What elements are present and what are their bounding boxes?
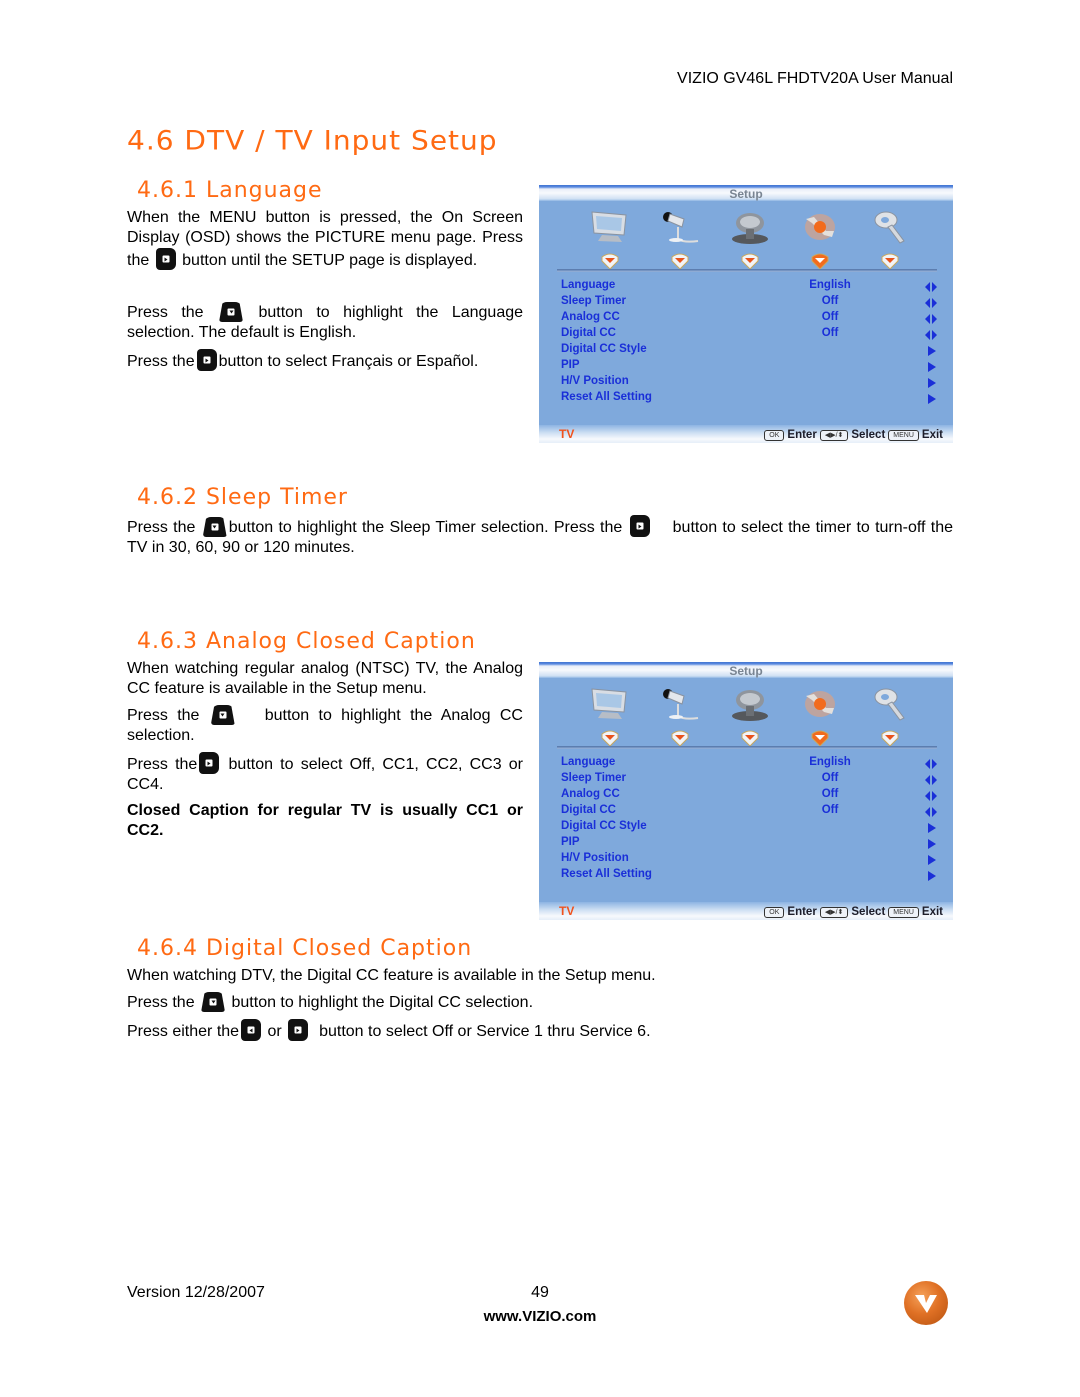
osd-icon-row: [575, 207, 925, 277]
right-button-icon: [629, 515, 650, 537]
left-right-arrow-icon: [925, 330, 937, 340]
right-button-icon: [155, 248, 176, 270]
osd-menu-item-hv-position: H/V Position: [561, 375, 945, 391]
osd-menu-item-digital-cc-style: Digital CC Style: [561, 820, 945, 836]
tv-antenna-dish-icon: [715, 207, 785, 277]
osd-title: Setup: [729, 187, 763, 201]
digital-cc-instructions: When watching DTV, the Digital CC featur…: [127, 966, 827, 1042]
left-right-arrow-icon: [925, 791, 937, 801]
picture-icon: [575, 207, 645, 277]
parental-key-icon: [855, 684, 925, 754]
right-button-icon: [199, 752, 220, 774]
analog-cc-note: Closed Caption for regular TV is usually…: [127, 802, 523, 839]
right-arrow-icon: [928, 378, 936, 388]
down-button-icon: [219, 302, 244, 322]
subsection-title-analog-cc: 4.6.3 Analog Closed Caption: [137, 629, 476, 654]
sleep-timer-instructions: Press the button to highlight the Sleep …: [127, 515, 953, 558]
menu-key-icon: MENU: [888, 429, 919, 441]
left-right-arrow-icon: [925, 807, 937, 817]
osd-menu-item-analog-cc: Analog CC Off: [561, 311, 945, 327]
language-instructions: When the MENU button is pressed, the On …: [127, 208, 523, 372]
setup-wrench-icon: [785, 684, 855, 754]
sleep-timer-para: Press the button to highlight the Sleep …: [127, 515, 953, 558]
audio-microphone-icon: [645, 207, 715, 277]
osd-input-source: TV: [559, 427, 575, 441]
language-para-2: Press the button to highlight the Langua…: [127, 302, 524, 341]
right-arrow-icon: [928, 823, 936, 833]
language-para-3: Press the button to select Français or Es…: [127, 349, 523, 372]
osd-menu-item-pip: PIP: [561, 359, 945, 375]
analog-cc-instructions: When watching regular analog (NTSC) TV, …: [127, 659, 523, 841]
osd-title: Setup: [729, 664, 763, 678]
osd-menu-item-sleep-timer: Sleep Timer Off: [561, 772, 945, 788]
setup-wrench-icon: [785, 207, 855, 277]
osd-key-legend: OK Enter ◀▶/⬍ Select MENU Exit: [764, 906, 943, 918]
vizio-logo-icon: [904, 1281, 948, 1325]
osd-menu-item-digital-cc: Digital CC Off: [561, 804, 945, 820]
left-button-icon: [241, 1019, 262, 1041]
osd-divider: [557, 746, 937, 749]
osd-menu-item-reset-all-setting: Reset All Setting: [561, 868, 945, 884]
audio-microphone-icon: [645, 684, 715, 754]
left-right-arrow-icon: [925, 314, 937, 324]
osd-menu-item-reset-all-setting: Reset All Setting: [561, 391, 945, 407]
osd-menu-item-digital-cc-style: Digital CC Style: [561, 343, 945, 359]
digital-cc-para-3: Press either the or button to select Off…: [127, 1019, 827, 1042]
parental-key-icon: [855, 207, 925, 277]
left-right-arrow-icon: [925, 759, 937, 769]
down-button-icon: [201, 992, 226, 1012]
right-arrow-icon: [928, 346, 936, 356]
osd-setup-screenshot-2: Setup Language English Sleep Timer Off Ana…: [539, 662, 953, 920]
osd-menu-item-sleep-timer: Sleep Timer Off: [561, 295, 945, 311]
left-right-arrow-icon: [925, 282, 937, 292]
right-arrow-icon: [928, 855, 936, 865]
osd-menu-item-analog-cc: Analog CC Off: [561, 788, 945, 804]
digital-cc-para-1: When watching DTV, the Digital CC featur…: [127, 967, 656, 984]
ok-key-icon: OK: [764, 906, 785, 918]
manual-header-title: VIZIO GV46L FHDTV20A User Manual: [677, 70, 953, 87]
osd-icon-row: [575, 684, 925, 754]
subsection-title-language: 4.6.1 Language: [137, 178, 323, 203]
osd-setup-screenshot: Setup Language English Sleep Timer Off Ana…: [539, 185, 953, 443]
right-button-icon: [196, 349, 217, 371]
subsection-title-sleep-timer: 4.6.2 Sleep Timer: [137, 485, 348, 510]
right-button-icon: [288, 1019, 309, 1041]
language-para-1: When the MENU button is pressed, the On …: [127, 209, 523, 270]
osd-menu-list: Language English Sleep Timer Off Analog CC…: [561, 279, 945, 407]
footer-version: Version 12/28/2007: [127, 1284, 265, 1301]
left-right-arrow-icon: [925, 775, 937, 785]
page-number: 49: [531, 1284, 549, 1301]
osd-menu-item-language: Language English: [561, 279, 945, 295]
picture-icon: [575, 684, 645, 754]
footer-url-link[interactable]: www.VIZIO.com: [440, 1308, 640, 1325]
osd-menu-item-language: Language English: [561, 756, 945, 772]
right-arrow-icon: [928, 871, 936, 881]
down-button-icon: [202, 517, 227, 537]
menu-key-icon: MENU: [888, 906, 919, 918]
analog-cc-para-1: When watching regular analog (NTSC) TV, …: [127, 660, 523, 697]
section-title: 4.6 DTV / TV Input Setup: [127, 124, 498, 157]
digital-cc-para-2: Press the button to highlight the Digita…: [127, 992, 534, 1012]
osd-menu-list: Language English Sleep Timer Off Analog CC…: [561, 756, 945, 884]
down-button-icon: [210, 705, 235, 725]
right-arrow-icon: [928, 394, 936, 404]
osd-menu-item-pip: PIP: [561, 836, 945, 852]
subsection-title-digital-cc: 4.6.4 Digital Closed Caption: [137, 936, 473, 961]
arrow-keys-icon: ◀▶/⬍: [819, 429, 849, 441]
analog-cc-para-3: Press the button to select Off, CC1, CC2…: [127, 752, 523, 795]
osd-menu-item-digital-cc: Digital CC Off: [561, 327, 945, 343]
left-right-arrow-icon: [925, 298, 937, 308]
tv-antenna-dish-icon: [715, 684, 785, 754]
osd-input-source: TV: [559, 904, 575, 918]
osd-divider: [557, 269, 937, 272]
analog-cc-para-2: Press the button to highlight the Analog…: [127, 705, 523, 744]
osd-key-legend: OK Enter ◀▶/⬍ Select MENU Exit: [764, 429, 943, 441]
ok-key-icon: OK: [764, 429, 785, 441]
right-arrow-icon: [928, 362, 936, 372]
arrow-keys-icon: ◀▶/⬍: [819, 906, 849, 918]
right-arrow-icon: [928, 839, 936, 849]
osd-menu-item-hv-position: H/V Position: [561, 852, 945, 868]
